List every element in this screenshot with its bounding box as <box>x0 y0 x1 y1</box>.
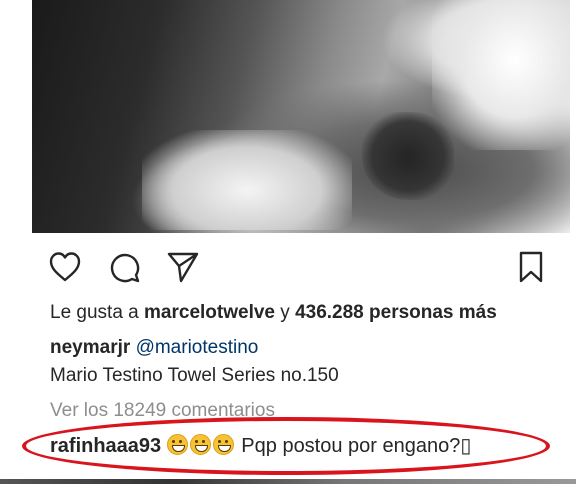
caption-header: neymarjr @mariotestino <box>50 337 258 359</box>
laughing-emoji-icon <box>212 434 234 455</box>
photo-towel-region-2 <box>142 130 352 230</box>
likes-user-link[interactable]: marcelotwelve <box>144 302 275 323</box>
laughing-emoji-icon <box>189 434 211 455</box>
laughing-emoji-icon <box>166 434 188 455</box>
comment-emojis <box>166 434 242 457</box>
caption-text: Mario Testino Towel Series no.150 <box>50 365 339 386</box>
view-comments-link[interactable]: Ver los 18249 comentarios <box>50 400 275 422</box>
likes-count-link[interactable]: 436.288 personas más <box>295 302 497 323</box>
likes-connector: y <box>280 302 290 323</box>
post-photo[interactable] <box>32 0 570 233</box>
post-action-bar <box>48 250 548 284</box>
likes-summary: Le gusta a marcelotwelve y 436.288 perso… <box>50 302 497 324</box>
comment-username-link[interactable]: rafinhaaa93 <box>50 435 161 457</box>
comment-row: rafinhaaa93 Pqp postou por engano?▯ <box>50 433 471 458</box>
caption-username-link[interactable]: neymarjr <box>50 337 130 358</box>
comment-icon[interactable] <box>108 250 142 284</box>
next-post-photo-edge <box>0 479 576 484</box>
likes-prefix: Le gusta a <box>50 302 139 323</box>
comment-text: Pqp postou por engano?▯ <box>241 435 472 457</box>
heart-icon[interactable] <box>48 250 82 284</box>
caption-mention-link[interactable]: @mariotestino <box>136 337 259 358</box>
bookmark-icon[interactable] <box>516 250 546 284</box>
share-icon[interactable] <box>166 250 200 284</box>
photo-towel-region <box>432 0 570 150</box>
photo-tattoo-region <box>362 112 454 200</box>
